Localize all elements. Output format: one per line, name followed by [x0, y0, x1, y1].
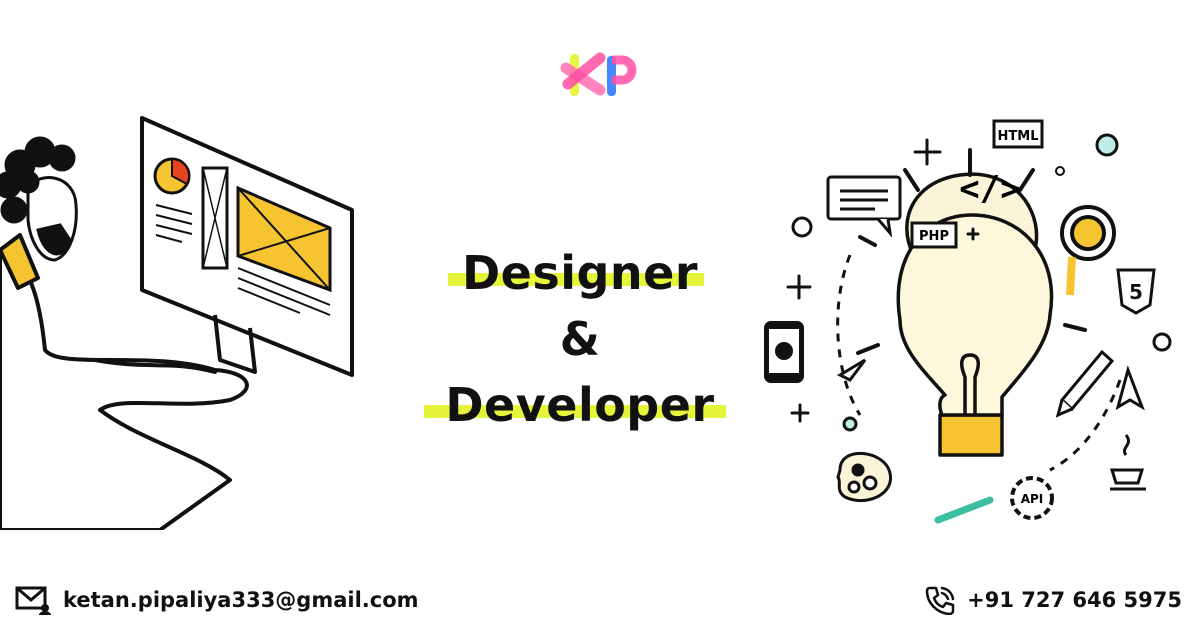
headline-line-3: Developer: [410, 372, 750, 438]
svg-text:PHP: PHP: [919, 229, 949, 244]
java-icon: [1109, 434, 1146, 491]
palette-icon: [836, 452, 892, 503]
email-link[interactable]: ketan.pipaliya333@gmail.com: [63, 588, 419, 612]
contact-phone: +91 727 646 5975: [925, 585, 1182, 615]
phone-call-icon: [925, 586, 955, 615]
phone-icon: [764, 321, 804, 383]
svg-text:5: 5: [1129, 280, 1143, 304]
designer-illustration: [0, 116, 354, 530]
headline: Designer & Developer: [410, 240, 750, 440]
developer-illustration: HTML PHP </> 5 API: [764, 119, 1172, 524]
html5-icon: 5: [1116, 268, 1156, 315]
pie-chart-icon: [153, 157, 191, 195]
mail-icon: [15, 586, 51, 615]
pencil-icon: [1055, 349, 1115, 418]
headline-line-2: &: [559, 312, 601, 366]
cursor-icon: [1115, 365, 1145, 411]
headline-line-1: Designer: [410, 240, 750, 306]
code-icon: </>: [959, 169, 1020, 209]
kp-logo: KP: [560, 52, 637, 96]
html-tag-icon: HTML: [992, 119, 1044, 149]
svg-text:HTML: HTML: [998, 129, 1039, 144]
php-tag-icon: PHP: [910, 221, 958, 249]
brush-icon: [934, 496, 994, 524]
api-gear-icon: API: [1010, 476, 1054, 520]
lightbulb-icon: [896, 172, 1054, 457]
contact-email: ketan.pipaliya333@gmail.com: [15, 585, 419, 615]
phone-link[interactable]: +91 727 646 5975: [967, 588, 1182, 612]
magnifier-icon: [1060, 205, 1116, 296]
message-icon: [826, 175, 902, 238]
svg-text:API: API: [1021, 492, 1044, 506]
